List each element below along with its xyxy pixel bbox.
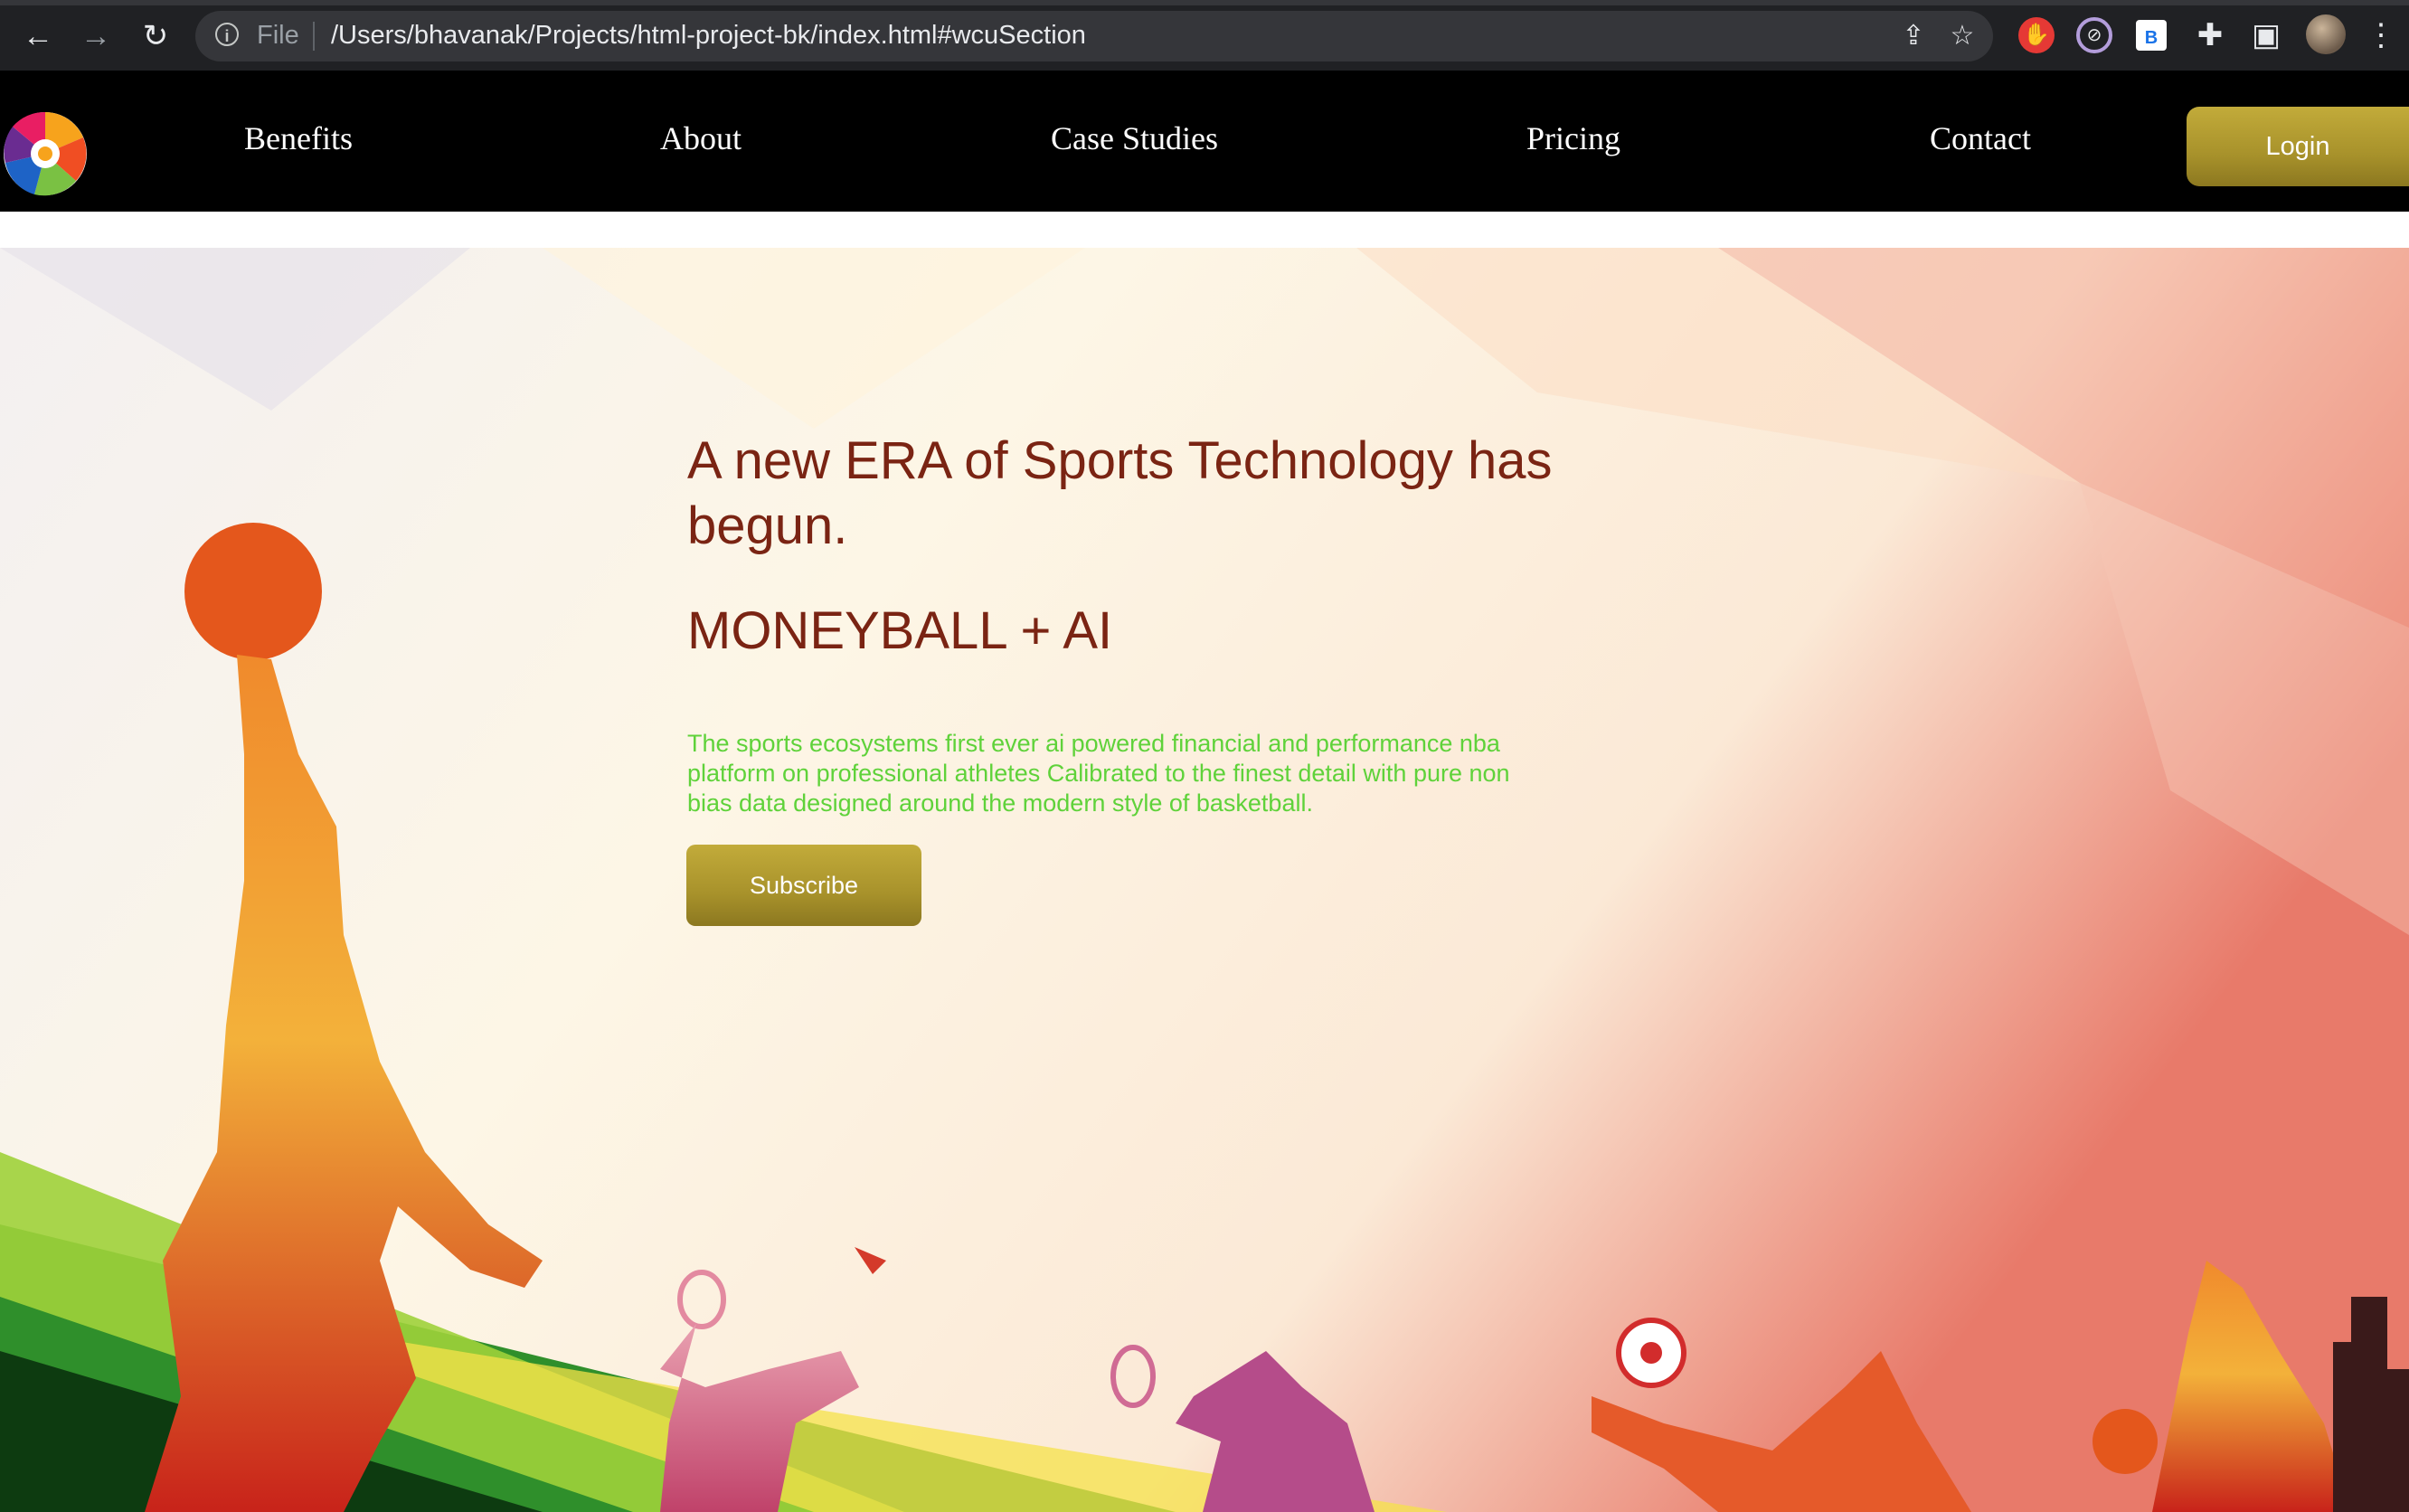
- file-scheme-label: File: [257, 21, 299, 50]
- tab-strip-edge: [0, 0, 2409, 5]
- site-navbar: Benefits About Case Studies Pricing Cont…: [0, 71, 2409, 212]
- extensions-puzzle-icon[interactable]: ✚: [2192, 17, 2228, 53]
- url-text[interactable]: /Users/bhavanak/Projects/html-project-bk…: [331, 21, 1086, 51]
- address-bar[interactable]: i File /Users/bhavanak/Projects/html-pro…: [195, 11, 1993, 61]
- hero-title: A new ERA of Sports Technology has begun…: [687, 431, 1553, 555]
- login-button[interactable]: Login: [2187, 107, 2409, 186]
- nav-link-about[interactable]: About: [660, 119, 742, 157]
- side-panel-icon[interactable]: ▣: [2248, 17, 2284, 53]
- nav-link-pricing[interactable]: Pricing: [1526, 119, 1620, 157]
- nav-link-case-studies[interactable]: Case Studies: [1051, 119, 1218, 157]
- b-extension-icon[interactable]: B: [2136, 20, 2167, 51]
- browser-menu-icon[interactable]: ⋮: [2366, 17, 2396, 53]
- hero-description: The sports ecosystems first ever ai powe…: [687, 730, 1510, 817]
- bookmark-star-icon[interactable]: ☆: [1946, 20, 1979, 52]
- blocker-extension-icon[interactable]: ⊘: [2076, 17, 2112, 53]
- address-separator: [313, 22, 315, 51]
- browser-toolbar: ← → ↻ i File /Users/bhavanak/Projects/ht…: [0, 0, 2409, 71]
- hero-section: A new ERA of Sports Technology has begun…: [0, 248, 2409, 1512]
- hero-subtitle: MONEYBALL + AI: [687, 601, 1113, 660]
- back-arrow-icon[interactable]: ←: [20, 18, 56, 54]
- profile-avatar[interactable]: [2306, 14, 2346, 54]
- adblock-extension-icon[interactable]: ✋: [2018, 17, 2055, 53]
- share-icon[interactable]: ⇪: [1897, 20, 1930, 52]
- nav-link-benefits[interactable]: Benefits: [244, 119, 353, 157]
- subscribe-button[interactable]: Subscribe: [686, 845, 921, 926]
- info-icon[interactable]: i: [215, 23, 239, 46]
- nav-link-contact[interactable]: Contact: [1930, 119, 2031, 157]
- forward-arrow-icon[interactable]: →: [78, 18, 114, 54]
- brand-logo[interactable]: [4, 103, 87, 203]
- reload-icon[interactable]: ↻: [137, 18, 174, 54]
